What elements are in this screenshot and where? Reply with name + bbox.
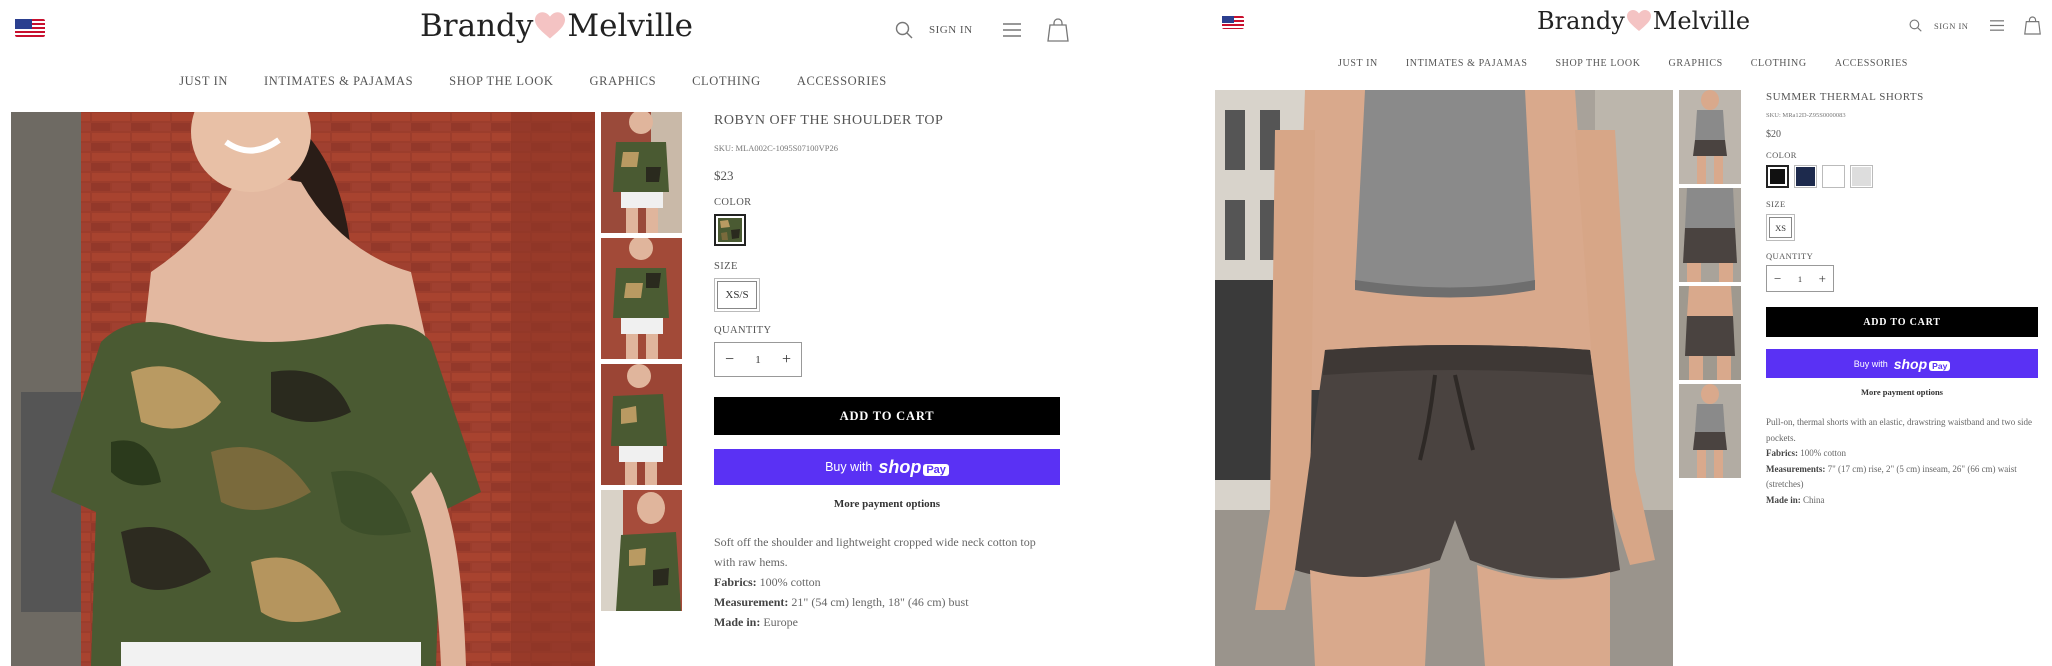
plus-icon[interactable]: + xyxy=(782,351,791,369)
made-in-line: Made in: China xyxy=(1766,494,1825,505)
color-swatch-black[interactable] xyxy=(1766,165,1789,188)
product-details: ROBYN OFF THE SHOULDER TOP SKU: MLA002C-… xyxy=(714,113,1060,632)
color-label: COLOR xyxy=(1766,150,1797,160)
thumbnail-3[interactable] xyxy=(601,364,682,485)
shop-pay-logo: shop Pay xyxy=(1894,356,1951,372)
size-option-wrap: XS/S xyxy=(714,278,760,312)
thumbnail-3[interactable] xyxy=(1679,286,1741,380)
more-payment-options-link[interactable]: More payment options xyxy=(1766,387,2038,397)
product-description: Pull-on, thermal shorts with an elastic,… xyxy=(1766,415,2038,508)
shop-pay-button[interactable]: Buy with shop Pay xyxy=(714,449,1060,485)
size-option-wrap: XS xyxy=(1766,214,1795,241)
add-to-cart-button[interactable]: ADD TO CART xyxy=(1766,307,2038,337)
shopping-bag-icon[interactable] xyxy=(2024,16,2042,35)
nav-graphics[interactable]: GRAPHICS xyxy=(1669,58,1723,69)
thumbnail-4[interactable] xyxy=(1679,384,1741,478)
minus-icon[interactable]: − xyxy=(725,351,734,369)
search-icon[interactable] xyxy=(895,21,913,39)
size-label: SIZE xyxy=(1766,199,1786,209)
thumbnail-1[interactable] xyxy=(1679,90,1741,184)
more-payment-options-link[interactable]: More payment options xyxy=(714,498,1060,510)
main-product-image[interactable] xyxy=(11,112,595,666)
nav-accessories[interactable]: ACCESSORIES xyxy=(1835,58,1908,69)
nav-graphics[interactable]: GRAPHICS xyxy=(590,74,657,89)
shop-pay-button[interactable]: Buy with shop Pay xyxy=(1766,349,2038,378)
brand-logo[interactable]: Brandy Melville xyxy=(1537,7,1750,35)
left-product-page: Brandy Melville SIGN IN JUST IN INTIMATE… xyxy=(0,0,1070,666)
nav-clothing[interactable]: CLOTHING xyxy=(692,74,761,89)
product-title: SUMMER THERMAL SHORTS xyxy=(1766,91,1924,103)
shopping-bag-icon[interactable] xyxy=(1046,18,1069,42)
product-price: $23 xyxy=(714,168,734,183)
size-option-xs-s[interactable]: XS/S xyxy=(717,281,757,309)
heart-icon xyxy=(535,12,566,39)
nav-just-in[interactable]: JUST IN xyxy=(179,74,228,89)
measurements-line: Measurements: 7" (17 cm) rise, 2" (5 cm)… xyxy=(1766,463,2017,490)
measurement-line: Measurement: 21" (54 cm) length, 18" (46… xyxy=(714,595,969,609)
color-swatch-white[interactable] xyxy=(1822,165,1845,188)
size-label: SIZE xyxy=(714,261,738,272)
main-nav: JUST IN INTIMATES & PAJAMAS SHOP THE LOO… xyxy=(1204,58,2052,69)
product-sku: SKU: MRa12D-Z95S0000083 xyxy=(1766,112,1846,119)
product-description: Soft off the shoulder and lightweight cr… xyxy=(714,532,1060,632)
thumbnail-2[interactable] xyxy=(1679,188,1741,282)
quantity-stepper: − 1 + xyxy=(1766,265,1834,292)
nav-intimates-pajamas[interactable]: INTIMATES & PAJAMAS xyxy=(264,74,413,89)
size-option-xs[interactable]: XS xyxy=(1769,217,1792,238)
description-text: Pull-on, thermal shorts with an elastic,… xyxy=(1766,417,2032,443)
main-nav: JUST IN INTIMATES & PAJAMAS SHOP THE LOO… xyxy=(0,74,1070,89)
nav-shop-the-look[interactable]: SHOP THE LOOK xyxy=(449,74,553,89)
brand-logo[interactable]: Brandy Melville xyxy=(420,8,693,44)
sign-in-link[interactable]: SIGN IN xyxy=(1934,21,1968,31)
nav-clothing[interactable]: CLOTHING xyxy=(1751,58,1807,69)
shop-pay-logo: shop Pay xyxy=(878,457,949,478)
color-swatches xyxy=(1766,165,2038,188)
product-details: SUMMER THERMAL SHORTS SKU: MRa12D-Z95S00… xyxy=(1766,91,2038,508)
buy-with-label: Buy with xyxy=(825,460,873,474)
thumbnail-4[interactable] xyxy=(601,490,682,611)
brand-name-left: Brandy xyxy=(1537,7,1625,35)
color-swatches xyxy=(714,214,1060,246)
brand-name-right: Melville xyxy=(567,8,694,44)
heart-icon xyxy=(1626,10,1651,31)
thumbnail-2[interactable] xyxy=(601,238,682,359)
quantity-label: QUANTITY xyxy=(1766,251,1814,261)
product-title: ROBYN OFF THE SHOULDER TOP xyxy=(714,113,944,128)
right-product-page: Brandy Melville SIGN IN JUST IN INTIMATE… xyxy=(1204,0,2052,666)
brand-name-left: Brandy xyxy=(420,8,534,44)
us-flag-icon[interactable] xyxy=(1222,16,1244,29)
menu-icon[interactable] xyxy=(1990,20,2005,31)
product-sku: SKU: MLA002C-1095S07100VP26 xyxy=(714,143,838,153)
buy-with-label: Buy with xyxy=(1853,358,1888,369)
nav-accessories[interactable]: ACCESSORIES xyxy=(797,74,887,89)
color-swatch-grey[interactable] xyxy=(1850,165,1873,188)
thumbnail-1[interactable] xyxy=(601,112,682,233)
quantity-value[interactable]: 1 xyxy=(755,354,761,366)
add-to-cart-button[interactable]: ADD TO CART xyxy=(714,397,1060,435)
menu-icon[interactable] xyxy=(1002,23,1021,37)
nav-intimates-pajamas[interactable]: INTIMATES & PAJAMAS xyxy=(1406,58,1528,69)
made-in-line: Made in: Europe xyxy=(714,615,798,629)
main-product-image[interactable] xyxy=(1215,90,1673,666)
description-text: Soft off the shoulder and lightweight cr… xyxy=(714,535,1036,569)
quantity-label: QUANTITY xyxy=(714,325,772,336)
nav-just-in[interactable]: JUST IN xyxy=(1338,58,1378,69)
plus-icon[interactable]: + xyxy=(1819,271,1826,287)
color-swatch-camo[interactable] xyxy=(714,214,746,246)
color-label: COLOR xyxy=(714,197,752,208)
search-icon[interactable] xyxy=(1909,19,1922,32)
quantity-stepper: − 1 + xyxy=(714,342,802,377)
fabrics-line: Fabrics: 100% cotton xyxy=(1766,448,1846,458)
brand-name-right: Melville xyxy=(1652,7,1751,35)
fabrics-line: Fabrics: 100% cotton xyxy=(714,575,821,589)
nav-shop-the-look[interactable]: SHOP THE LOOK xyxy=(1555,58,1640,69)
quantity-value[interactable]: 1 xyxy=(1798,274,1802,284)
color-swatch-navy[interactable] xyxy=(1794,165,1817,188)
us-flag-icon[interactable] xyxy=(15,19,45,37)
product-price: $20 xyxy=(1766,129,1781,140)
sign-in-link[interactable]: SIGN IN xyxy=(929,24,973,36)
minus-icon[interactable]: − xyxy=(1774,271,1781,287)
